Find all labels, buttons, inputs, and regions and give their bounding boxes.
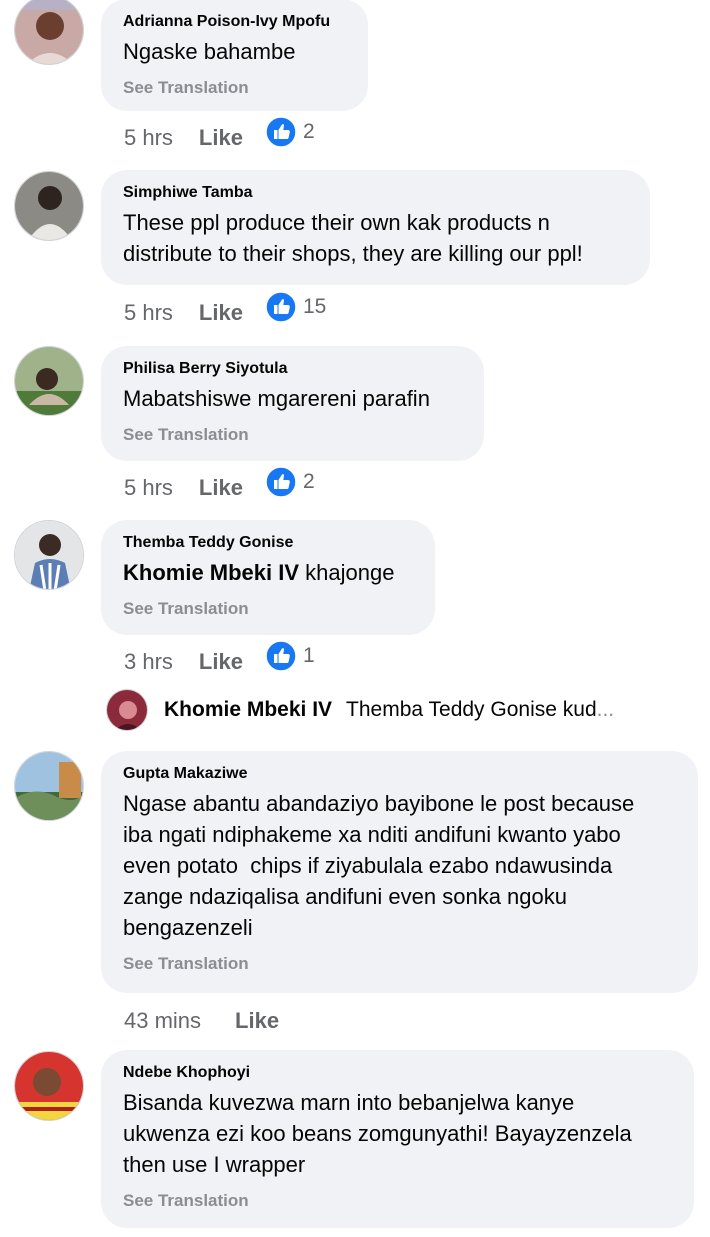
reaction-count[interactable]: 1 [265, 640, 315, 672]
comment-time[interactable]: 3 hrs [124, 649, 173, 675]
reaction-count-value: 2 [302, 470, 315, 493]
comment-bubble: Simphiwe Tamba These ppl produce their o… [101, 170, 650, 285]
avatar[interactable] [14, 520, 84, 590]
like-button[interactable]: Like [199, 125, 243, 151]
comment-author[interactable]: Simphiwe Tamba [123, 184, 628, 202]
reaction-count[interactable]: 2 [265, 466, 315, 498]
comment-time[interactable]: 5 hrs [124, 125, 173, 151]
see-translation-link[interactable]: See Translation [123, 599, 413, 619]
avatar[interactable] [14, 1051, 84, 1121]
comment-time[interactable]: 43 mins [124, 1008, 201, 1034]
comment-bubble: Gupta Makaziwe Ngase abantu abandaziyo b… [101, 751, 698, 993]
reply-text: Themba Teddy Gonise kud [346, 698, 597, 721]
comment-author[interactable]: Adrianna Poison-Ivy Mpofu [123, 13, 346, 31]
see-translation-link[interactable]: See Translation [123, 425, 462, 445]
comment-time[interactable]: 5 hrs [124, 300, 173, 326]
like-button[interactable]: Like [235, 1008, 279, 1034]
see-translation-link[interactable]: See Translation [123, 78, 346, 98]
reaction-count[interactable]: 2 [265, 116, 315, 148]
thumbs-up-icon [265, 466, 297, 498]
avatar[interactable] [14, 0, 84, 65]
avatar[interactable] [14, 346, 84, 416]
comment-actions: 43 mins Like [124, 1006, 279, 1036]
comment-author[interactable]: Philisa Berry Siyotula [123, 360, 462, 378]
comment-text: Ngase abantu abandaziyo bayibone le post… [123, 791, 635, 940]
comment-bubble: Ndebe Khophoyi Bisanda kuvezwa marn into… [101, 1050, 694, 1228]
reply-ellipsis: ... [596, 698, 615, 721]
comment-author[interactable]: Gupta Makaziwe [123, 765, 676, 783]
reply-author[interactable]: Khomie Mbeki IV [164, 698, 332, 722]
comment-text: Bisanda kuvezwa marn into bebanjelwa kan… [123, 1090, 632, 1177]
reply-avatar[interactable] [106, 689, 148, 731]
comment-actions: 5 hrs Like 15 [124, 291, 326, 328]
comment-author[interactable]: Ndebe Khophoyi [123, 1064, 672, 1082]
thumbs-up-icon [265, 116, 297, 148]
comment-bubble: Themba Teddy Gonise Khomie Mbeki IV khaj… [101, 520, 435, 635]
comment-text: Khomie Mbeki IV khajonge [123, 557, 413, 588]
mention-link[interactable]: Khomie Mbeki IV [123, 560, 299, 585]
reaction-count-value: 15 [302, 295, 327, 318]
see-translation-link[interactable]: See Translation [123, 1191, 672, 1211]
thumbs-up-icon [265, 291, 297, 323]
comment-text: Ngaske bahambe [123, 39, 296, 64]
comment-text: Mabatshiswe mgarereni parafin [123, 386, 430, 411]
reaction-count-value: 2 [302, 120, 315, 143]
comment-text-rest: khajonge [299, 560, 395, 585]
reaction-count[interactable]: 15 [265, 291, 326, 323]
comment-actions: 3 hrs Like 1 [124, 640, 315, 677]
comment-text: These ppl produce their own kak products… [123, 210, 583, 266]
comment-actions: 5 hrs Like 2 [124, 116, 315, 153]
comment-actions: 5 hrs Like 2 [124, 466, 315, 503]
reply-preview[interactable]: Khomie Mbeki IV Themba Teddy Gonise kud … [106, 688, 614, 732]
thumbs-up-icon [265, 640, 297, 672]
comment-author[interactable]: Themba Teddy Gonise [123, 534, 413, 552]
see-translation-link[interactable]: See Translation [123, 954, 676, 974]
comment-bubble: Philisa Berry Siyotula Mabatshiswe mgare… [101, 346, 484, 461]
comment-bubble: Adrianna Poison-Ivy Mpofu Ngaske bahambe… [101, 0, 368, 111]
like-button[interactable]: Like [199, 649, 243, 675]
reaction-count-value: 1 [302, 644, 315, 667]
like-button[interactable]: Like [199, 475, 243, 501]
like-button[interactable]: Like [199, 300, 243, 326]
avatar[interactable] [14, 171, 84, 241]
comment-time[interactable]: 5 hrs [124, 475, 173, 501]
avatar[interactable] [14, 751, 84, 821]
